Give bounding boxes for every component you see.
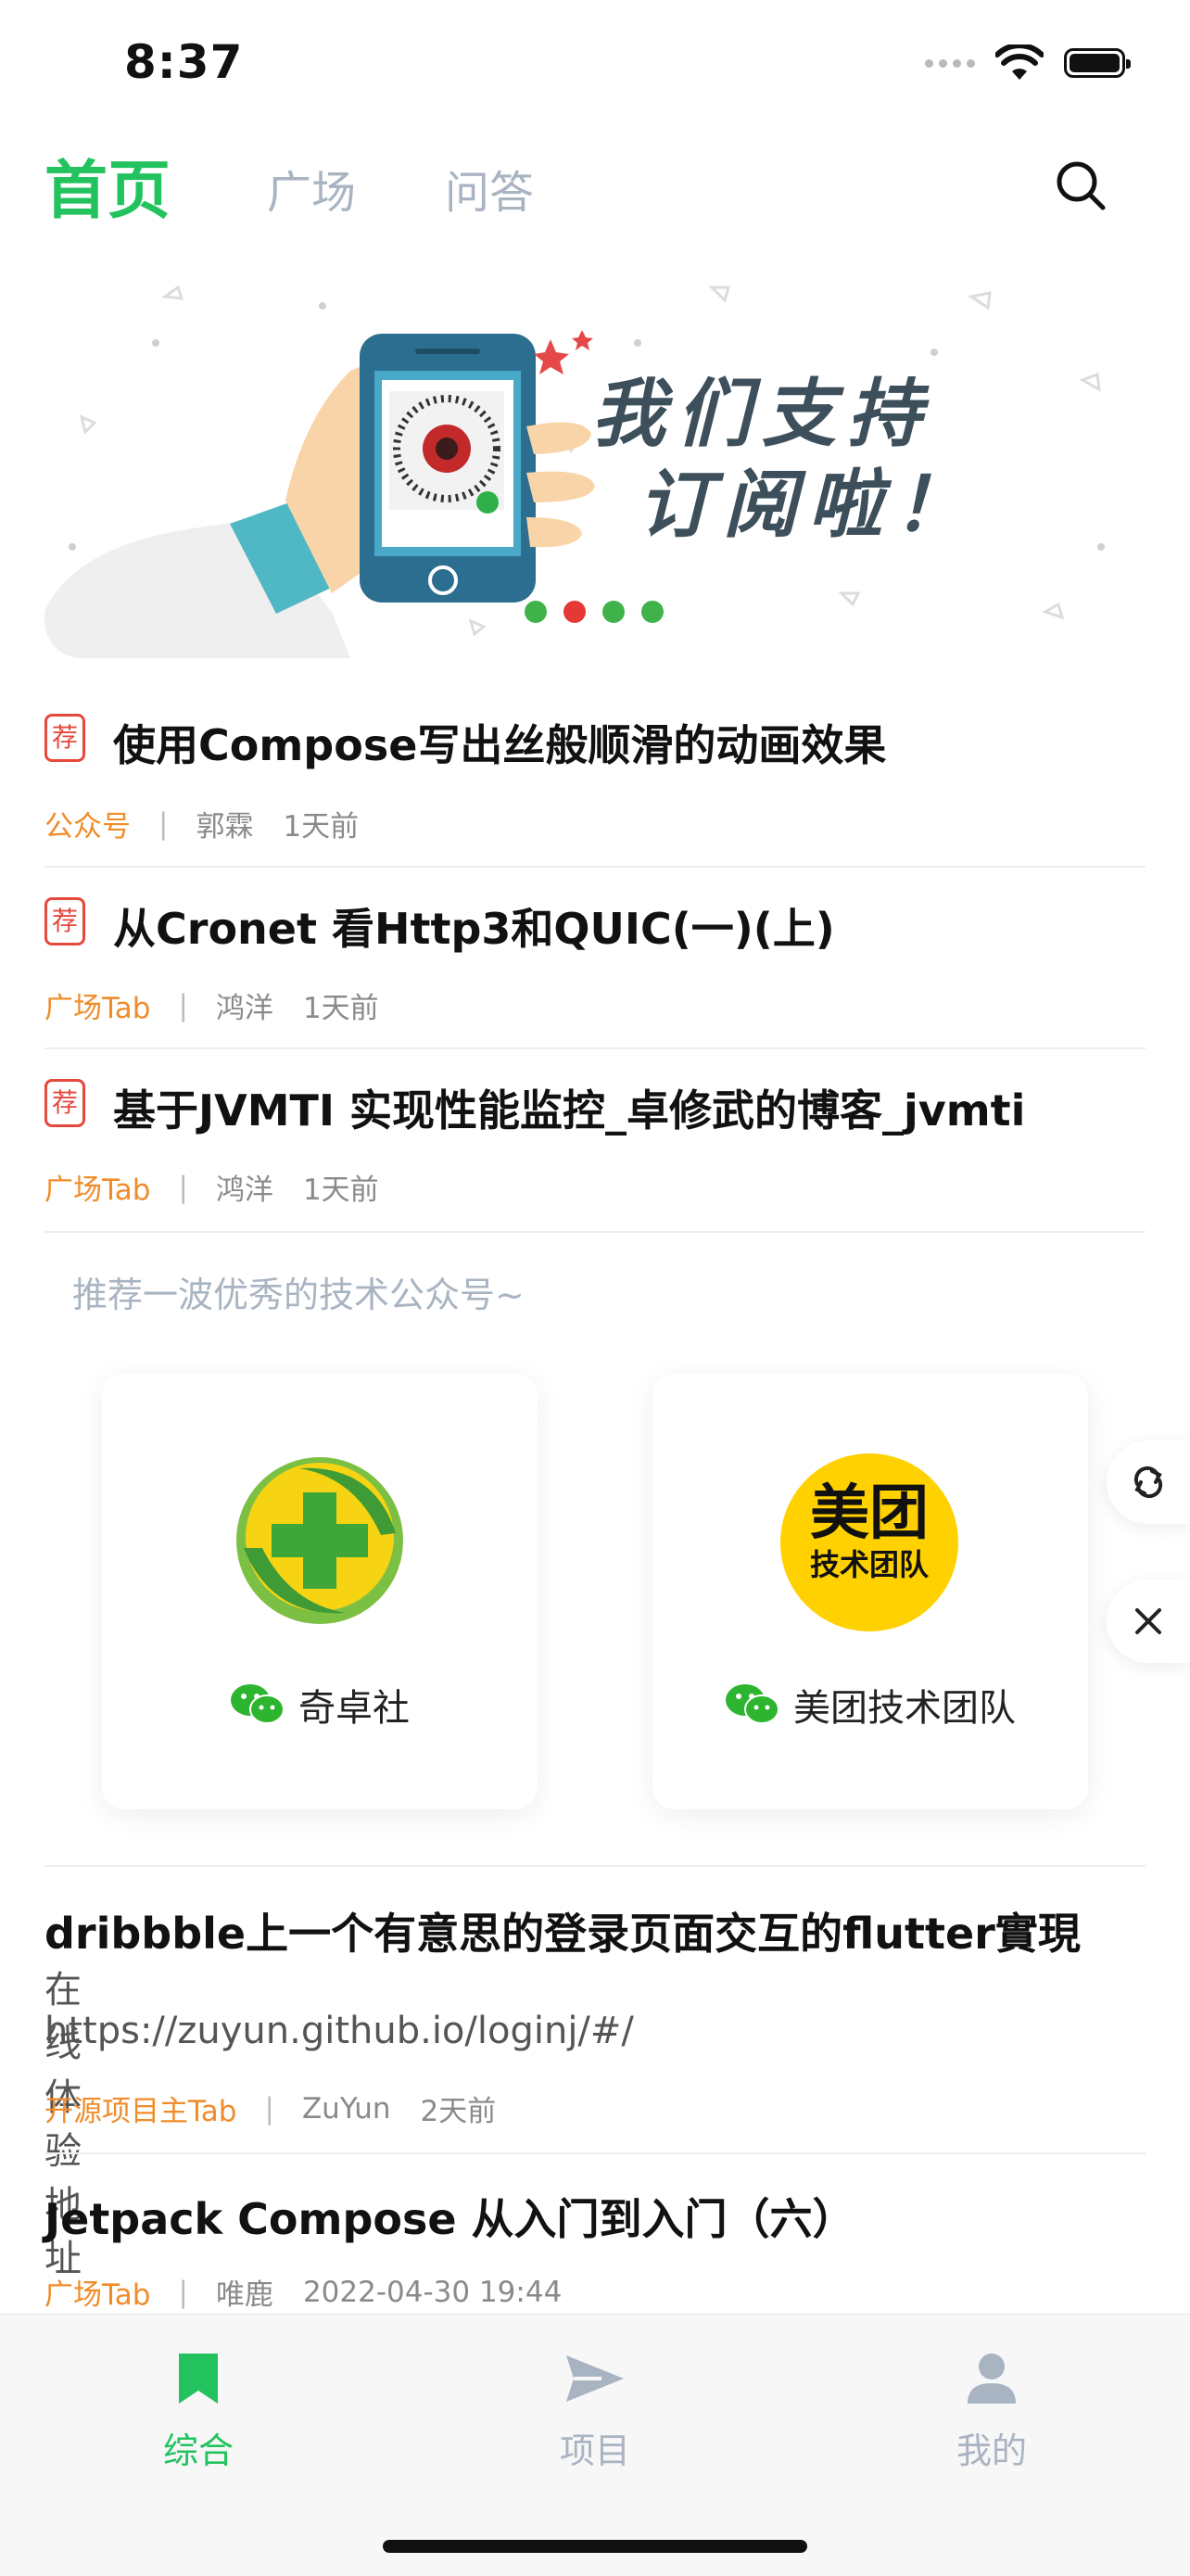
recommend-tag: 荐 [44, 897, 85, 945]
person-icon [968, 2354, 1016, 2404]
article-meta: 广场Tab | 鸿洋 1天前 [44, 1166, 379, 1208]
account-card-qizhuo[interactable]: 奇卓社 [102, 1374, 538, 1809]
article-time: 2天前 [420, 2095, 497, 2128]
bookmark-icon [179, 2354, 218, 2404]
meta-separator: | [178, 2275, 188, 2309]
banner-carousel[interactable]: 我们支持 订阅啦！ [44, 269, 1146, 658]
meituan-logo: 美团 技术团队 [780, 1453, 958, 1631]
qizhuo-logo [236, 1457, 403, 1624]
banner-text-line2: 订阅啦！ [638, 462, 979, 548]
close-icon [1135, 1608, 1161, 1634]
divider [44, 1865, 1146, 1867]
nav-item-project[interactable]: 项目 [502, 2352, 688, 2473]
home-indicator[interactable] [383, 2540, 807, 2553]
account-name: 奇卓社 [298, 1687, 410, 1730]
signal-icon [925, 58, 975, 68]
article-chapter[interactable]: 公众号 [44, 803, 131, 844]
divider [44, 866, 1146, 868]
nav-item-mine[interactable]: 我的 [899, 2352, 1084, 2473]
pager-dot [602, 601, 625, 623]
article-meta: 公众号 | 郭霖 1天前 [44, 803, 359, 844]
meta-separator: | [178, 988, 188, 1022]
pager-dot [641, 601, 664, 623]
article-author[interactable]: 鸿洋 [216, 984, 273, 1026]
banner-pager [525, 601, 664, 623]
nav-label: 综合 [162, 2430, 234, 2471]
article-chapter[interactable]: 广场Tab [44, 2271, 150, 2313]
meta-separator: | [264, 2091, 274, 2126]
article-title: dribbble上一个有意思的登录页面交互的flutter實現 [44, 1909, 1081, 1959]
nav-label: 我的 [956, 2430, 1027, 2471]
meituan-logo-subtext: 技术团队 [809, 1547, 929, 1582]
wifi-icon [995, 44, 1044, 80]
tab-qa[interactable]: 问答 [445, 156, 534, 221]
article-author[interactable]: 郭霖 [196, 803, 253, 844]
article-author[interactable]: 唯鹿 [216, 2271, 273, 2313]
article-time: 1天前 [283, 810, 360, 844]
article-author[interactable]: 鸿洋 [216, 1166, 273, 1208]
divider [44, 1231, 1146, 1233]
refresh-icon [1133, 1466, 1163, 1499]
article-time: 1天前 [302, 1174, 379, 1207]
article-chapter[interactable]: 广场Tab [44, 984, 150, 1026]
status-time: 8:37 [124, 35, 244, 89]
meta-separator: | [158, 806, 169, 841]
pager-dot-active [563, 601, 586, 623]
status-icons [925, 44, 1131, 82]
article-chapter[interactable]: 开源项目主Tab [44, 2087, 236, 2129]
account-card-meituan[interactable]: 美团 技术团队 美团技术团队 [652, 1374, 1088, 1809]
article-title: 使用Compose写出丝般顺滑的动画效果 [113, 720, 887, 770]
article-title: Jetpack Compose 从入门到入门（六） [44, 2194, 855, 2244]
recommend-section-title: 推荐一波优秀的技术公众号~ [72, 1275, 525, 1315]
banner-illustration [44, 285, 1105, 658]
article-chapter[interactable]: 广场Tab [44, 1166, 150, 1208]
tab-home[interactable]: 首页 [44, 139, 171, 231]
article-time: 2022-04-30 19:44 [302, 2275, 563, 2309]
refresh-button[interactable] [1107, 1440, 1190, 1524]
article-desc-link: https://zuyun.github.io/loginj/#/ [44, 2010, 634, 2052]
recommend-tag: 荐 [44, 714, 85, 762]
meta-separator: | [178, 1170, 188, 1204]
pager-dot [525, 601, 547, 623]
bottom-nav: 综合 项目 我的 [0, 2314, 1190, 2576]
close-recommend-button[interactable] [1107, 1580, 1190, 1663]
wechat-icon [231, 1684, 285, 1724]
article-meta: 广场Tab | 唯鹿 2022-04-30 19:44 [44, 2271, 562, 2313]
article-time: 1天前 [302, 992, 379, 1025]
recommend-tag: 荐 [44, 1079, 85, 1127]
nav-item-home[interactable]: 综合 [106, 2352, 291, 2473]
article-meta: 广场Tab | 鸿洋 1天前 [44, 984, 379, 1026]
divider [44, 2152, 1146, 2154]
search-icon[interactable] [1055, 159, 1107, 211]
tab-square[interactable]: 广场 [267, 156, 356, 221]
article-title: 从Cronet 看Http3和QUIC(一)(上) [113, 904, 835, 954]
article-title: 基于JVMTI 实现性能监控_卓修武的博客_jvmti [113, 1085, 1026, 1136]
divider [44, 1047, 1146, 1049]
nav-label: 项目 [559, 2430, 630, 2471]
article-author[interactable]: ZuYun [302, 2092, 391, 2126]
battery-icon [1064, 48, 1131, 78]
meituan-logo-text: 美团 [810, 1479, 929, 1548]
account-name: 美团技术团队 [793, 1687, 1016, 1730]
article-meta: 开源项目主Tab | ZuYun 2天前 [44, 2087, 496, 2129]
wechat-icon [726, 1684, 779, 1724]
send-icon [566, 2355, 624, 2402]
